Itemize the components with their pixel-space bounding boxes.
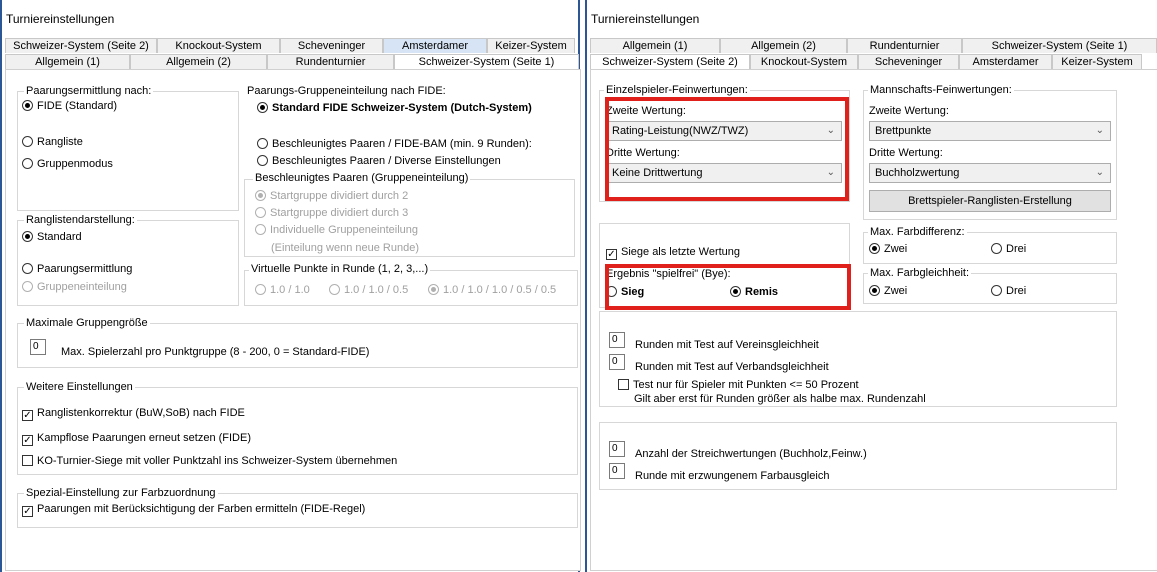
max-color-same-group: Max. Farbgleichheit: Zwei Drei bbox=[863, 267, 1117, 304]
tab-content-panel: Paarungsermittlung nach: FIDE (Standard)… bbox=[5, 69, 581, 571]
window-title: Turniereinstellungen bbox=[6, 12, 115, 26]
team-third-select[interactable]: Buchholzwertung ⌄ bbox=[869, 163, 1111, 183]
radio-group-mode[interactable]: Gruppenmodus bbox=[22, 158, 113, 170]
checkbox-wins-last[interactable]: ✓ Siege als letzte Wertung bbox=[606, 246, 740, 260]
team-second-label: Zweite Wertung: bbox=[869, 105, 949, 117]
chevron-down-icon: ⌄ bbox=[1095, 167, 1104, 178]
forced-color-label: Runde mit erzwungenem Farbausgleich bbox=[635, 470, 830, 482]
tab-amsterdamer[interactable]: Amsterdamer bbox=[383, 38, 487, 53]
tab-general-2[interactable]: Allgemein (2) bbox=[720, 38, 847, 53]
group-title: Einzelspieler-Feinwertungen: bbox=[604, 84, 750, 96]
tab-knockout[interactable]: Knockout-System bbox=[157, 38, 280, 53]
checkbox-ranking-correction[interactable]: ✓ Ranglistenkorrektur (BuW,SoB) nach FIDE bbox=[22, 407, 245, 421]
group-title: Max. Farbgleichheit: bbox=[868, 267, 972, 279]
group-title: Spezial-Einstellung zur Farbzuordnung bbox=[24, 487, 218, 499]
tab-amsterdamer[interactable]: Amsterdamer bbox=[959, 54, 1052, 69]
rounds-test-group: 0 Runden mit Test auf Vereinsgleichheit … bbox=[599, 311, 1117, 407]
strike-ratings-group: 0 Anzahl der Streichwertungen (Buchholz,… bbox=[599, 422, 1117, 490]
tab-knockout[interactable]: Knockout-System bbox=[750, 54, 858, 69]
checkbox-forfeit-pairings[interactable]: ✓ Kampflose Paarungen erneut setzen (FIDE… bbox=[22, 432, 251, 446]
strike-count-label: Anzahl der Streichwertungen (Buchholz,Fe… bbox=[635, 448, 867, 460]
pairing-method-group: Paarungsermittlung nach: FIDE (Standard)… bbox=[17, 85, 239, 211]
color-assignment-group: Spezial-Einstellung zur Farbzuordnung ✓ P… bbox=[17, 487, 578, 528]
max-group-size-input[interactable]: 0 bbox=[30, 339, 46, 355]
more-settings-group: Weitere Einstellungen ✓ Ranglistenkorrekt… bbox=[17, 381, 578, 475]
radio-ranking[interactable]: Rangliste bbox=[22, 136, 83, 148]
group-title: Paarungs-Gruppeneinteilung nach FIDE: bbox=[245, 85, 448, 97]
radio-vp-2[interactable]: 1.0 / 1.0 / 0.5 bbox=[329, 284, 408, 296]
radio-fide-bam[interactable]: Beschleunigtes Paaren / FIDE-BAM (min. 9… bbox=[257, 138, 532, 150]
accel-note: (Einteilung wenn neue Runde) bbox=[271, 242, 419, 254]
tab-scheveninger[interactable]: Scheveninger bbox=[858, 54, 959, 69]
tab-round-robin[interactable]: Rundenturnier bbox=[847, 38, 962, 53]
radio-fide[interactable]: FIDE (Standard) bbox=[22, 100, 117, 112]
radio-individual[interactable]: Individuelle Gruppeneinteilung bbox=[255, 224, 418, 236]
max-group-size-label: Max. Spielerzahl pro Punktgruppe (8 - 20… bbox=[61, 346, 370, 358]
ranking-display-group: Ranglistendarstellung: Standard Paarungs… bbox=[17, 214, 239, 306]
team-fine-group: Mannschafts-Feinwertungen: Zweite Wertun… bbox=[863, 84, 1117, 220]
club-test-label: Runden mit Test auf Vereinsgleichheit bbox=[635, 339, 819, 351]
tab-keizer[interactable]: Keizer-System bbox=[1052, 54, 1142, 69]
tab-keizer[interactable]: Keizer-System bbox=[487, 38, 575, 53]
group-title: Mannschafts-Feinwertungen: bbox=[868, 84, 1014, 96]
radio-diff-three[interactable]: Drei bbox=[991, 243, 1026, 255]
tab-scheveninger[interactable]: Scheveninger bbox=[280, 38, 383, 53]
radio-vp-1[interactable]: 1.0 / 1.0 bbox=[255, 284, 310, 296]
group-title: Virtuelle Punkte in Runde (1, 2, 3,...) bbox=[249, 263, 431, 275]
group-title: Ranglistendarstellung: bbox=[24, 214, 137, 226]
tab-swiss-page1[interactable]: Schweizer-System (Seite 1) bbox=[962, 38, 1157, 53]
federation-test-label: Runden mit Test auf Verbandsgleichheit bbox=[635, 361, 829, 373]
virtual-points-group: Virtuelle Punkte in Runde (1, 2, 3,...) … bbox=[244, 263, 578, 306]
highlight-box-single bbox=[605, 97, 849, 201]
left-settings-window: Turniereinstellungen Schweizer-System (S… bbox=[0, 0, 581, 572]
radio-same-three[interactable]: Drei bbox=[991, 285, 1026, 297]
tab-general-2[interactable]: Allgemein (2) bbox=[130, 54, 267, 69]
tab-row-back: Allgemein (1) Allgemein (2) Rundenturnie… bbox=[590, 38, 1157, 54]
radio-accel-misc[interactable]: Beschleunigtes Paaren / Diverse Einstell… bbox=[257, 155, 501, 167]
radio-same-two[interactable]: Zwei bbox=[869, 285, 907, 297]
checkbox-colors-fide[interactable]: ✓ Paarungen mit Berücksichtigung der Farb… bbox=[22, 503, 365, 517]
window-title: Turniereinstellungen bbox=[591, 12, 700, 26]
group-title: Weitere Einstellungen bbox=[24, 381, 135, 393]
checkbox-ko-wins[interactable]: KO-Turnier-Siege mit voller Punktzahl in… bbox=[22, 455, 397, 467]
radio-div-3[interactable]: Startgruppe dividiert durch 3 bbox=[255, 207, 408, 219]
tab-swiss-page1[interactable]: Schweizer-System (Seite 1) bbox=[394, 54, 579, 69]
radio-standard[interactable]: Standard bbox=[22, 231, 82, 243]
tab-row-front: Schweizer-System (Seite 2) Knockout-Syst… bbox=[590, 54, 1157, 70]
tab-general-1[interactable]: Allgemein (1) bbox=[590, 38, 720, 53]
group-title: Max. Farbdifferenz: bbox=[868, 226, 967, 238]
federation-test-rounds-input[interactable]: 0 bbox=[609, 354, 625, 370]
chevron-down-icon: ⌄ bbox=[1095, 125, 1104, 136]
group-title: Beschleunigtes Paaren (Gruppeneinteilung… bbox=[253, 172, 471, 184]
tab-round-robin[interactable]: Rundenturnier bbox=[267, 54, 394, 69]
group-title: Maximale Gruppengröße bbox=[24, 317, 150, 329]
board-ranking-button[interactable]: Brettspieler-Ranglisten-Erstellung bbox=[869, 190, 1111, 212]
radio-diff-two[interactable]: Zwei bbox=[869, 243, 907, 255]
radio-vp-3[interactable]: 1.0 / 1.0 / 1.0 / 0.5 / 0.5 bbox=[428, 284, 556, 296]
tab-swiss-page2[interactable]: Schweizer-System (Seite 2) bbox=[590, 54, 750, 69]
tab-row-front: Allgemein (1) Allgemein (2) Rundenturnie… bbox=[5, 54, 579, 70]
tab-general-1[interactable]: Allgemein (1) bbox=[5, 54, 130, 69]
strike-count-input[interactable]: 0 bbox=[609, 441, 625, 457]
max-group-size-group: Maximale Gruppengröße 0 Max. Spielerzahl… bbox=[17, 317, 578, 368]
checkbox-test-50-percent[interactable]: Test nur für Spieler mit Punkten <= 50 P… bbox=[618, 379, 859, 391]
radio-pairing[interactable]: Paarungsermittlung bbox=[22, 263, 132, 275]
radio-standard-fide[interactable]: Standard FIDE Schweizer-System (Dutch-Sy… bbox=[257, 102, 532, 114]
test-note: Gilt aber erst für Runden größer als hal… bbox=[634, 393, 926, 405]
max-color-diff-group: Max. Farbdifferenz: Zwei Drei bbox=[863, 226, 1117, 264]
group-title: Paarungsermittlung nach: bbox=[24, 85, 154, 97]
club-test-rounds-input[interactable]: 0 bbox=[609, 332, 625, 348]
right-settings-window: Turniereinstellungen Allgemein (1) Allge… bbox=[585, 0, 1157, 572]
tab-content-panel: Einzelspieler-Feinwertungen: Zweite Wert… bbox=[590, 69, 1157, 571]
tab-swiss-page2[interactable]: Schweizer-System (Seite 2) bbox=[5, 38, 157, 53]
team-second-select[interactable]: Brettpunkte ⌄ bbox=[869, 121, 1111, 141]
radio-grouping[interactable]: Gruppeneinteilung bbox=[22, 281, 127, 293]
forced-color-round-input[interactable]: 0 bbox=[609, 463, 625, 479]
highlight-box-bye bbox=[605, 264, 851, 310]
accel-pairing-group: Beschleunigtes Paaren (Gruppeneinteilung… bbox=[244, 172, 575, 257]
tab-row-back: Schweizer-System (Seite 2) Knockout-Syst… bbox=[5, 38, 579, 54]
radio-div-2[interactable]: Startgruppe dividiert durch 2 bbox=[255, 190, 408, 202]
team-third-label: Dritte Wertung: bbox=[869, 147, 943, 159]
